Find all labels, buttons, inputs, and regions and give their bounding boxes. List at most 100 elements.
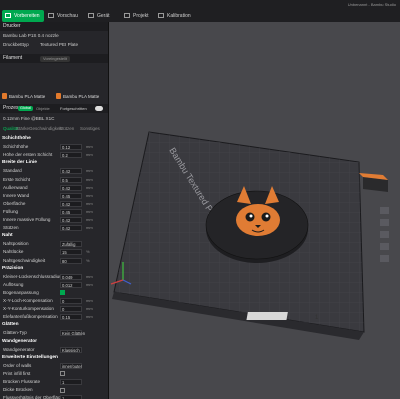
advanced-toggle[interactable] [95, 106, 103, 111]
prepare-icon [5, 13, 11, 18]
setting-label: Schichthöhe [3, 144, 29, 150]
setting-value-field[interactable]: 0.42 [60, 217, 82, 223]
settings-panel: Drucker Bambu Lab P1S 0.4 nozzle Druckbe… [0, 22, 109, 399]
plate-tool-button[interactable] [380, 255, 389, 262]
setting-checkbox[interactable] [60, 371, 65, 377]
setting-value-field[interactable]: 0 [60, 298, 82, 304]
process-preset-select[interactable]: 0.12mm Fine @BBL X1C [0, 115, 108, 123]
3d-viewport[interactable]: Bambu Textured PEI Plate 1 [109, 22, 400, 399]
setting-value-field[interactable]: 0.42 [60, 225, 82, 232]
setting-label: Stützen [3, 225, 19, 231]
setting-value-field[interactable]: Klassisch [60, 346, 82, 353]
setting-row[interactable]: Erste Schicht 0.5 mm [0, 176, 108, 184]
setting-row[interactable]: Glätten-Typ Kein Glätten [0, 329, 108, 337]
setting-value-field[interactable]: 1 [60, 395, 82, 399]
setting-checkbox[interactable] [60, 387, 65, 393]
setting-row[interactable]: Print infill first [0, 370, 108, 378]
process-global-badge[interactable]: Global [18, 106, 33, 111]
setting-row[interactable]: Oberfläche 0.42 mm [0, 200, 108, 208]
setting-row[interactable]: Flussverhältnis der Oberfläche 1 [0, 394, 108, 399]
setting-row[interactable]: Schichthöhe 0.12 mm [0, 143, 108, 151]
setting-value-field[interactable]: 1 [60, 379, 82, 385]
filament-section-header: Filament Voreingestellt [0, 54, 108, 63]
preview-icon [48, 13, 54, 18]
setting-value-field[interactable]: Zufällig [60, 241, 82, 248]
setting-row[interactable]: Nahtgeschwindigkeit 80% [0, 257, 108, 265]
setting-label: Nahtgeschwindigkeit [3, 257, 46, 263]
process-preset-name: 0.12mm Fine @BBL X1C [3, 116, 55, 121]
plate-tool-button[interactable] [380, 219, 389, 226]
plate-tool-button[interactable] [380, 231, 389, 238]
plate-tool-button[interactable] [380, 207, 389, 214]
setting-row[interactable]: Innere massive Füllung 0.42 mm [0, 216, 108, 224]
setting-value-field[interactable]: 0.42 [60, 184, 82, 191]
tab-calibration-label: Kalibration [167, 13, 191, 19]
filament-preset-dropdown[interactable]: Voreingestellt [40, 55, 71, 62]
setting-value-field[interactable]: Kein Glätten [60, 330, 85, 337]
subtab-strength[interactable]: Stärke [16, 126, 29, 131]
setting-row[interactable]: Bogenanpassung [0, 289, 108, 297]
setting-value-field[interactable]: 0.2 [60, 152, 82, 159]
plate-type-value[interactable]: Textured PEI Plate [40, 41, 78, 49]
setting-row[interactable]: Standard 0.42 mm [0, 167, 108, 175]
tab-device[interactable]: Gerät [88, 10, 110, 22]
setting-value-field[interactable]: 15 [60, 249, 82, 256]
setting-value-field[interactable]: 0.12 [60, 144, 82, 151]
filament-color-swatch [56, 93, 61, 99]
setting-row[interactable]: Füllung 0.45 mm [0, 208, 108, 216]
setting-row[interactable]: Auflösung 0.012 mm [0, 281, 108, 289]
setting-value-field[interactable]: inner/outer [60, 362, 82, 369]
setting-value-field[interactable]: 0.45 [60, 208, 82, 215]
setting-row[interactable]: Innere Wand 0.45 mm [0, 192, 108, 200]
setting-checkbox[interactable] [60, 290, 65, 296]
setting-row[interactable]: Nahtlücke 15% [0, 248, 108, 256]
setting-row[interactable]: Order of walls inner/outer [0, 362, 108, 370]
subtab-speed[interactable]: Geschwindigkeit [29, 126, 62, 131]
viewport-canvas[interactable]: Bambu Textured PEI Plate 1 [109, 22, 400, 399]
window-title: Unbenannt - Bambu Studio [347, 2, 396, 7]
printer-select[interactable]: Bambu Lab P1S 0.4 nozzle [0, 32, 108, 40]
setting-row[interactable]: Wandgenerator Klassisch [0, 346, 108, 354]
tab-calibration[interactable]: Kalibration [158, 10, 191, 22]
setting-row[interactable]: Außenwand 0.42 mm [0, 184, 108, 192]
subtab-support[interactable]: Stützen [59, 126, 74, 131]
setting-value-field[interactable]: 0.012 [60, 281, 82, 288]
tab-preview[interactable]: Vorschau [48, 10, 78, 22]
setting-value-field[interactable]: 0.45 [60, 192, 82, 199]
setting-unit: mm [86, 176, 93, 182]
setting-row[interactable]: Brücken Flussrate 1 [0, 378, 108, 386]
setting-value-field[interactable]: 0.5 [60, 176, 82, 183]
plate-tool-button[interactable] [380, 243, 389, 250]
setting-value-field[interactable]: 0.049 [60, 273, 82, 280]
setting-row[interactable]: Höhe der ersten Schicht 0.2 mm [0, 151, 108, 159]
setting-row[interactable]: Stützen 0.42 mm [0, 224, 108, 232]
setting-row[interactable]: X-Y-Loch-Kompensation 0 mm [0, 297, 108, 305]
setting-value-field[interactable]: 0.42 [60, 200, 82, 207]
setting-value-field[interactable]: 0 [60, 306, 82, 313]
setting-unit: mm [86, 144, 93, 150]
setting-row[interactable]: Elefantenfußkompensation 0.15 mm [0, 313, 108, 321]
tab-prepare[interactable]: Vorbereiten [2, 10, 44, 22]
filament-item-2[interactable]: Bambu PLA Matte [56, 92, 99, 101]
setting-row[interactable]: Kleiner-Lückenschlussradius 0.049 mm [0, 273, 108, 281]
filament-item-1[interactable]: Bambu PLA Matte [2, 92, 45, 101]
setting-value-field[interactable]: 80 [60, 257, 82, 264]
filament-1-name: Bambu PLA Matte [9, 94, 46, 99]
setting-unit: mm [86, 273, 93, 279]
plate-number-tag[interactable] [246, 312, 288, 320]
setting-value-field[interactable]: 0.15 [60, 314, 82, 321]
settings-group-header: Präzision [2, 265, 24, 271]
setting-row[interactable]: X-Y-Konturkompensation 0 mm [0, 305, 108, 313]
subtab-others[interactable]: Sonstiges [80, 126, 100, 131]
setting-label: Dicke Brücken [3, 387, 33, 393]
prime-tower[interactable] [359, 173, 388, 192]
setting-value-field[interactable]: 0.42 [60, 168, 82, 175]
setting-label: Bogenanpassung [3, 289, 39, 295]
setting-row[interactable]: Dicke Brücken [0, 386, 108, 394]
plate-type-row[interactable]: Druckbetttyp Textured PEI Plate [0, 41, 108, 49]
setting-row[interactable]: Nahtposition Zufällig [0, 240, 108, 248]
process-objects-label[interactable]: Objekte [36, 104, 50, 113]
setting-unit: mm [86, 225, 93, 231]
tab-project[interactable]: Projekt [124, 10, 149, 22]
filament-color-swatch [2, 93, 7, 99]
